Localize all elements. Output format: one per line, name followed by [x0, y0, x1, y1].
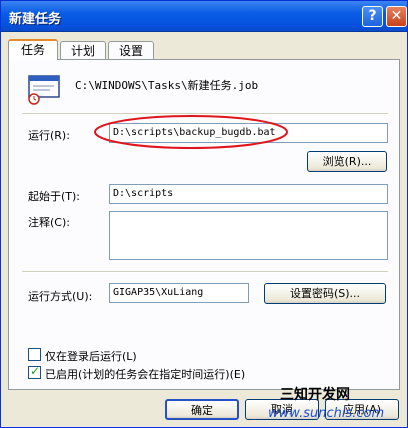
- set-password-button[interactable]: 设置密码(S)...: [264, 283, 386, 304]
- tab-schedule[interactable]: 计划: [60, 41, 106, 59]
- run-label: 运行(R):: [28, 129, 70, 142]
- run-as-input[interactable]: GIGAP35\XuLiang: [109, 283, 249, 303]
- comment-textarea[interactable]: [109, 211, 388, 260]
- title-bar[interactable]: 新建任务 ? ✕: [1, 1, 407, 32]
- divider: [22, 271, 388, 273]
- highlight-oval: [94, 115, 288, 149]
- browse-button[interactable]: 浏览(R)...: [307, 151, 387, 172]
- watermark-url: www.sunchis.com: [268, 406, 385, 421]
- enabled-label: 已启用(计划的任务会在指定时间运行)(E): [45, 368, 246, 381]
- tab-settings[interactable]: 设置: [108, 41, 154, 59]
- enabled-checkbox[interactable]: [28, 364, 41, 379]
- close-icon: ✕: [390, 8, 403, 24]
- watermark-brand: 三知开发网: [280, 387, 350, 403]
- start-in-label: 起始于(T):: [28, 190, 81, 203]
- task-properties-window: 新建任务 ? ✕ 任务 计划 设置 C:\WINDOWS\Tasks\新建任务.…: [0, 0, 408, 428]
- only-logged-on-checkbox[interactable]: [28, 348, 41, 361]
- task-panel: C:\WINDOWS\Tasks\新建任务.job 运行(R): D:\scri…: [8, 59, 400, 390]
- help-icon: ?: [368, 8, 377, 24]
- run-as-label: 运行方式(U):: [28, 290, 93, 303]
- site-watermark: 三知开发网 www.sunchis.com: [268, 384, 408, 428]
- start-in-input[interactable]: D:\scripts: [109, 184, 388, 204]
- tab-task[interactable]: 任务: [8, 39, 58, 60]
- only-logged-on-label: 仅在登录后运行(L): [45, 350, 137, 363]
- help-button[interactable]: ?: [362, 6, 383, 27]
- close-button[interactable]: ✕: [386, 6, 407, 27]
- window-title: 新建任务: [9, 12, 62, 27]
- scheduled-task-icon: [28, 75, 60, 105]
- task-file-path: C:\WINDOWS\Tasks\新建任务.job: [75, 79, 259, 92]
- ok-button[interactable]: 确定: [165, 399, 239, 420]
- comment-label: 注释(C):: [28, 216, 70, 229]
